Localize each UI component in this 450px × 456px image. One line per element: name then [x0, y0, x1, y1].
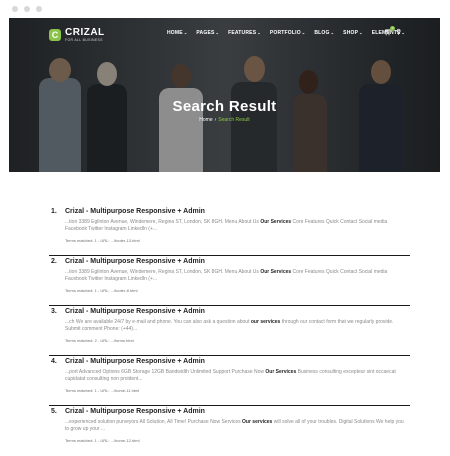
window-dot: [24, 6, 30, 12]
result-snippet: ...tion 3389 Eglinton Avenue, Windemere,…: [65, 269, 405, 283]
chevron-down-icon: ⌄: [215, 30, 220, 35]
search-results-list: 1. Crizal - Multipurpose Responsive + Ad…: [49, 206, 410, 450]
chevron-down-icon: ⌄: [301, 30, 306, 35]
nav-label: SHOP: [343, 30, 359, 36]
top-navigation: C CRIZAL FOR ALL BUSINESS HOME⌄ PAGES⌄ F…: [9, 18, 440, 50]
result-snippet: ...experienced solution purveyors All So…: [65, 419, 405, 433]
snippet-highlight: Our services: [242, 419, 273, 425]
result-title-link[interactable]: Crizal - Multipurpose Responsive + Admin: [65, 258, 205, 265]
search-result-item: 5. Crizal - Multipurpose Responsive + Ad…: [49, 406, 410, 450]
search-result-item: 3. Crizal - Multipurpose Responsive + Ad…: [49, 306, 410, 356]
search-result-item: 1. Crizal - Multipurpose Responsive + Ad…: [49, 206, 410, 256]
snippet-text: ...tion 3389 Eglinton Avenue, Windemere,…: [65, 269, 261, 275]
result-number: 4.: [51, 358, 57, 365]
chevron-down-icon: ⌄: [183, 30, 188, 35]
snippet-text: ...experienced solution purveyors All So…: [65, 419, 243, 425]
result-number: 5.: [51, 408, 57, 415]
nav-item-portfolio[interactable]: PORTFOLIO⌄: [270, 30, 306, 36]
breadcrumb-home-link[interactable]: Home: [199, 117, 212, 123]
search-result-item: 4. Crizal - Multipurpose Responsive + Ad…: [49, 356, 410, 406]
nav-item-home[interactable]: HOME⌄: [167, 30, 187, 36]
snippet-highlight: Our Services: [265, 369, 297, 375]
logo-text-block: CRIZAL FOR ALL BUSINESS: [65, 27, 105, 43]
main-menu: HOME⌄ PAGES⌄ FEATURES⌄ PORTFOLIO⌄ BLOG⌄ …: [167, 30, 405, 36]
snippet-highlight: our services: [250, 319, 281, 325]
breadcrumb-separator: ›: [214, 117, 217, 123]
nav-label: FEATURES: [228, 30, 257, 36]
nav-label: BLOG: [314, 30, 330, 36]
hero-banner: C CRIZAL FOR ALL BUSINESS HOME⌄ PAGES⌄ F…: [9, 18, 440, 172]
result-title-link[interactable]: Crizal - Multipurpose Responsive + Admin: [65, 308, 205, 315]
nav-label: PORTFOLIO: [269, 30, 301, 36]
search-result-item: 2. Crizal - Multipurpose Responsive + Ad…: [49, 256, 410, 306]
nav-item-pages[interactable]: PAGES⌄: [196, 30, 219, 36]
result-title-link[interactable]: Crizal - Multipurpose Responsive + Admin: [65, 358, 205, 365]
chevron-down-icon: ⌄: [257, 30, 261, 35]
cart-button[interactable]: 🛒︎ 0: [384, 26, 395, 36]
result-terms-url[interactable]: Terms matched: 2 - URL: .../forms.html: [65, 338, 134, 343]
page-title: Search Result: [172, 98, 277, 115]
nav-label: HOME: [167, 30, 183, 36]
snippet-text: ...ch We are available 24/7 by e-mail an…: [65, 319, 251, 325]
brand-name: CRIZAL: [65, 27, 105, 38]
result-terms-url[interactable]: Terms matched: 1 - URL: .../footer-8.htm…: [65, 288, 137, 293]
snippet-highlight: Our Services: [260, 219, 292, 225]
result-terms-url[interactable]: Terms matched: 1 - URL: .../home-12.html: [65, 438, 139, 443]
snippet-text: ...tion 3389 Eglinton Avenue, Windemere,…: [65, 219, 261, 225]
nav-item-blog[interactable]: BLOG⌄: [314, 30, 334, 36]
cart-count-badge: 0: [390, 26, 395, 31]
snippet-text: ...port Advanced Options 6GB Storage 12G…: [65, 369, 266, 375]
nav-item-shop[interactable]: SHOP⌄: [343, 30, 363, 36]
result-snippet: ...ch We are available 24/7 by e-mail an…: [65, 319, 405, 333]
chevron-down-icon: ⌄: [359, 30, 363, 35]
window-dot: [36, 6, 42, 12]
result-title-link[interactable]: Crizal - Multipurpose Responsive + Admin: [65, 208, 205, 215]
result-terms-url[interactable]: Terms matched: 1 - URL: .../home-11.html: [65, 388, 139, 393]
result-number: 1.: [51, 208, 57, 215]
chevron-down-icon: ⌄: [330, 30, 335, 35]
brand-logo[interactable]: C CRIZAL FOR ALL BUSINESS: [49, 28, 105, 42]
result-snippet: ...tion 3389 Eglinton Avenue, Windemere,…: [65, 219, 405, 233]
result-snippet: ...port Advanced Options 6GB Storage 12G…: [65, 369, 405, 383]
result-terms-url[interactable]: Terms matched: 1 - URL: .../footer-13.ht…: [65, 238, 140, 243]
nav-label: PAGES: [196, 30, 215, 36]
breadcrumb: Home › Search Result: [9, 117, 440, 123]
snippet-highlight: Our Services: [260, 269, 292, 275]
window-dot: [12, 6, 18, 12]
logo-mark-icon: C: [49, 29, 61, 41]
search-icon[interactable]: ⚲: [396, 28, 401, 36]
breadcrumb-current: Search Result: [218, 117, 250, 123]
result-title-link[interactable]: Crizal - Multipurpose Responsive + Admin: [65, 408, 205, 415]
result-number: 2.: [51, 258, 57, 265]
result-number: 3.: [51, 308, 57, 315]
window-controls: [12, 6, 42, 12]
nav-item-features[interactable]: FEATURES⌄: [228, 30, 261, 36]
chevron-down-icon: ⌄: [401, 30, 406, 35]
page-frame: C CRIZAL FOR ALL BUSINESS HOME⌄ PAGES⌄ F…: [9, 18, 440, 450]
brand-tagline: FOR ALL BUSINESS: [65, 38, 103, 42]
